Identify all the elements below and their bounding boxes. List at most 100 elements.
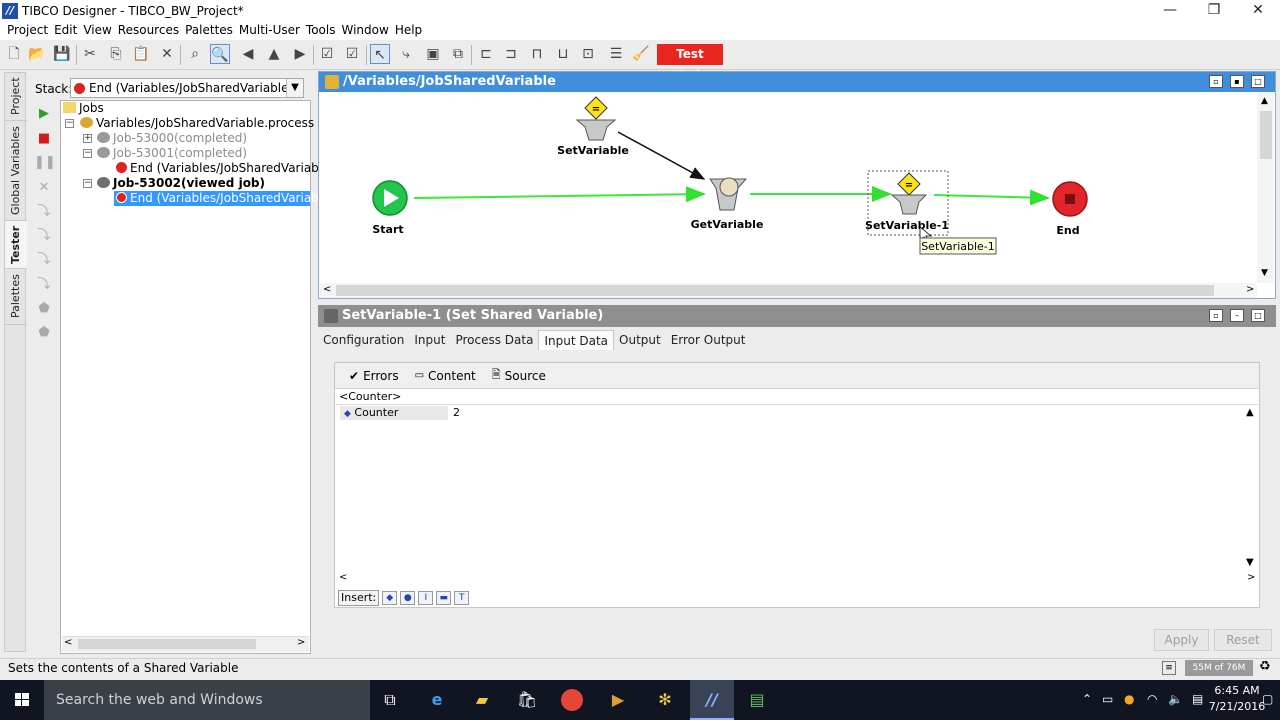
maximize-panel-icon[interactable]: □: [1251, 75, 1265, 88]
status-list-icon[interactable]: ≡: [1162, 661, 1176, 675]
end-activity[interactable]: [1052, 181, 1088, 217]
notifications-icon[interactable]: ▢: [1262, 692, 1273, 706]
step-out-icon[interactable]: ⤵: [34, 275, 54, 295]
canvas-vscroll-thumb[interactable]: [1260, 111, 1272, 159]
notepad-icon[interactable]: ▤: [745, 688, 769, 712]
collapse-icon[interactable]: −: [83, 179, 92, 188]
tab-error-output[interactable]: Error Output: [666, 330, 751, 350]
menu-multi-user[interactable]: Multi-User: [236, 22, 303, 40]
tab-input[interactable]: Input: [409, 330, 450, 350]
kill-job-icon[interactable]: ✕: [34, 178, 54, 198]
insert-attribute-icon[interactable]: ●: [400, 591, 416, 605]
getvariable-activity[interactable]: [709, 177, 748, 211]
align-left-icon[interactable]: ⊏: [476, 44, 496, 64]
tree-scroll-thumb[interactable]: [78, 639, 256, 649]
maximize-panel-icon[interactable]: □: [1251, 309, 1265, 322]
align-top-icon[interactable]: ⊓: [527, 44, 547, 64]
app-flower-icon[interactable]: ✻: [653, 688, 677, 712]
pause-icon[interactable]: ❚❚: [34, 153, 56, 173]
insert-element-icon[interactable]: ◆: [382, 591, 398, 605]
source-button[interactable]: 🗎 Source: [492, 366, 546, 385]
scroll-up-icon[interactable]: ▲: [1261, 96, 1268, 106]
menu-palettes[interactable]: Palettes: [182, 22, 236, 40]
menu-project[interactable]: Project: [4, 22, 51, 40]
start-testing-icon[interactable]: ▶: [34, 104, 54, 124]
counter-field-row[interactable]: ◆ Counter: [340, 406, 448, 420]
wifi-icon[interactable]: ◠: [1147, 692, 1157, 706]
tab-global-variables[interactable]: Global Variables: [5, 121, 27, 221]
forward-icon[interactable]: ▶: [290, 44, 310, 64]
close-button[interactable]: ✕: [1236, 0, 1280, 22]
file-explorer-icon[interactable]: ▰: [470, 688, 494, 712]
float-panel-icon[interactable]: ▫: [1209, 75, 1223, 88]
tree-node-job[interactable]: Job-53000(completed): [97, 131, 247, 146]
volume-icon[interactable]: 🔈: [1168, 692, 1183, 706]
menu-tools[interactable]: Tools: [303, 22, 339, 40]
group-icon[interactable]: ▣: [423, 44, 443, 64]
content-button[interactable]: ▭ Content: [415, 369, 476, 383]
tab-project[interactable]: Project: [5, 73, 27, 121]
chevron-down-icon[interactable]: ▼: [286, 79, 303, 97]
setvariable-1-activity[interactable]: =: [890, 172, 928, 215]
scroll-left-icon[interactable]: <: [339, 572, 347, 583]
up-icon[interactable]: ▲: [264, 44, 284, 64]
validate-icon[interactable]: ☑: [317, 44, 337, 64]
align-center-icon[interactable]: ⊐: [501, 44, 521, 64]
keyboard-icon[interactable]: ▤: [1192, 692, 1203, 706]
tree-node-process[interactable]: Variables/JobSharedVariable.process: [80, 116, 314, 131]
scroll-down-icon[interactable]: ▼: [1261, 268, 1268, 278]
edge-browser-icon[interactable]: e: [425, 688, 449, 712]
restore-button[interactable]: ❐: [1192, 0, 1236, 22]
scroll-right-icon[interactable]: >: [297, 637, 305, 648]
tab-palettes[interactable]: Palettes: [5, 269, 27, 325]
tree-node-job[interactable]: Job-53001(completed): [97, 146, 247, 161]
open-project-icon[interactable]: 📂: [27, 44, 47, 64]
canvas-hscroll-thumb[interactable]: [336, 285, 1214, 296]
garbage-collect-icon[interactable]: ♻: [1259, 659, 1271, 674]
scroll-right-icon[interactable]: >: [1246, 284, 1254, 295]
task-view-icon[interactable]: ⧉: [378, 688, 402, 712]
scroll-up-icon[interactable]: ▲: [1246, 407, 1254, 418]
menu-window[interactable]: Window: [338, 22, 391, 40]
menu-resources[interactable]: Resources: [115, 22, 182, 40]
note-icon[interactable]: ⧉: [448, 44, 468, 64]
float-panel-icon[interactable]: ▫: [1209, 309, 1223, 322]
minimize-panel-icon[interactable]: ▪: [1230, 75, 1244, 88]
taskbar-clock[interactable]: 6:45 AM 7/21/2016: [1207, 683, 1267, 715]
store-icon[interactable]: 🛍: [515, 688, 539, 712]
transition-set1-to-end[interactable]: [933, 189, 1050, 206]
validate-all-icon[interactable]: ☑: [342, 44, 362, 64]
errors-button[interactable]: ✔ Errors: [349, 369, 399, 383]
reset-button[interactable]: Reset: [1214, 629, 1272, 651]
tab-process-data[interactable]: Process Data: [450, 330, 538, 350]
paste-icon[interactable]: 📋: [131, 44, 151, 64]
select-pointer-icon[interactable]: ↖: [370, 44, 390, 64]
transition-icon[interactable]: ⤷: [396, 44, 416, 64]
scroll-right-icon[interactable]: >: [1247, 572, 1255, 583]
find-icon[interactable]: ⌕: [185, 44, 205, 64]
insert-choose-icon[interactable]: ▬: [436, 591, 452, 605]
clear-breakpoints-icon[interactable]: ⬟: [34, 323, 54, 343]
save-project-icon[interactable]: 💾: [52, 44, 72, 64]
new-project-icon[interactable]: 🗋: [4, 44, 24, 64]
align-middle-icon[interactable]: ⊔: [553, 44, 573, 64]
step-icon[interactable]: ⤵: [34, 202, 54, 222]
collapse-icon[interactable]: −: [83, 149, 92, 158]
expand-icon[interactable]: +: [83, 134, 92, 143]
windows-start-button[interactable]: [0, 680, 44, 720]
align-bottom-icon[interactable]: ⊡: [578, 44, 598, 64]
minimize-panel-icon[interactable]: –: [1230, 309, 1244, 322]
layout-list-icon[interactable]: ☰: [606, 44, 626, 64]
breakpoint-icon[interactable]: ⬟: [34, 299, 54, 319]
tab-output[interactable]: Output: [614, 330, 666, 350]
transition-set-to-get[interactable]: [617, 131, 706, 180]
menu-edit[interactable]: Edit: [51, 22, 80, 40]
battery-icon[interactable]: ▭: [1102, 692, 1113, 706]
media-player-icon[interactable]: ▶: [606, 688, 630, 712]
delete-icon[interactable]: ✕: [157, 44, 177, 64]
scroll-left-icon[interactable]: <: [64, 637, 72, 648]
tree-node-end-selected[interactable]: End (Variables/JobSharedVariable: [114, 191, 330, 206]
memory-usage[interactable]: 55M of 76M: [1185, 660, 1253, 676]
counter-field-value[interactable]: 2: [453, 406, 460, 419]
show-hidden-icons[interactable]: ⌃: [1082, 692, 1092, 706]
